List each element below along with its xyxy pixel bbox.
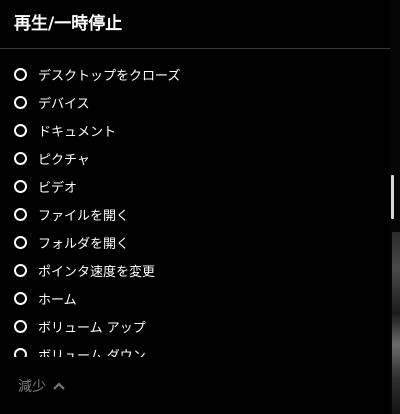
radio-button-icon[interactable] (14, 291, 27, 305)
option-label: ボリューム アップ (38, 320, 146, 336)
option-item[interactable]: ピクチャ (0, 144, 390, 172)
option-item[interactable]: ボリューム アップ (0, 312, 390, 340)
radio-button-icon[interactable] (14, 123, 27, 137)
option-item[interactable]: フォルダを開く (0, 228, 390, 256)
radio-button-icon[interactable] (14, 263, 27, 277)
option-label: ホーム (38, 292, 77, 308)
option-label: ピクチャ (38, 152, 90, 168)
radio-button-icon[interactable] (14, 151, 27, 165)
option-label: デスクトップをクローズ (38, 68, 181, 84)
panel-header: 再生/一時停止 (0, 0, 390, 46)
scrollbar-thumb[interactable] (391, 175, 394, 219)
radio-button-icon[interactable] (14, 207, 27, 221)
option-item[interactable]: ドキュメント (0, 116, 390, 144)
option-item[interactable]: ポインタ速度を変更 (0, 256, 390, 284)
radio-button-icon[interactable] (14, 319, 27, 333)
command-panel: 再生/一時停止 デスクトップをクローズ デバイスドキュメント ピクチャビデオファイル… (0, 0, 390, 414)
option-item[interactable]: デスクトップをクローズ (0, 60, 390, 88)
radio-button-icon[interactable] (14, 347, 27, 357)
option-label: デバイス (38, 96, 90, 112)
option-item[interactable]: デバイス (0, 88, 390, 116)
show-less-button[interactable]: 減少 (18, 376, 66, 396)
option-item[interactable]: ファイルを開く (0, 200, 390, 228)
option-label: ファイルを開く (38, 208, 130, 224)
option-item[interactable]: ボリューム ダウン (0, 340, 390, 357)
radio-button-icon[interactable] (14, 95, 27, 109)
option-label: ドキュメント (38, 124, 117, 140)
background-image-edge (392, 232, 400, 414)
chevron-up-icon (53, 382, 65, 390)
radio-button-icon[interactable] (14, 179, 27, 193)
show-less-label: 減少 (18, 379, 46, 395)
option-label: ボリューム ダウン (38, 348, 146, 358)
option-label: ビデオ (38, 180, 78, 196)
option-label: ポインタ速度を変更 (38, 264, 156, 280)
background-window-edge (390, 0, 400, 414)
option-item[interactable]: ホーム (0, 284, 390, 312)
option-label: フォルダを開く (38, 236, 130, 252)
header-divider (0, 48, 390, 49)
panel-title: 再生/一時停止 (14, 14, 123, 34)
option-item[interactable]: ビデオ (0, 172, 390, 200)
radio-button-icon[interactable] (14, 67, 27, 81)
option-list: デスクトップをクローズ デバイスドキュメント ピクチャビデオファイルを開く フォルダを… (0, 60, 390, 357)
radio-button-icon[interactable] (14, 235, 27, 249)
